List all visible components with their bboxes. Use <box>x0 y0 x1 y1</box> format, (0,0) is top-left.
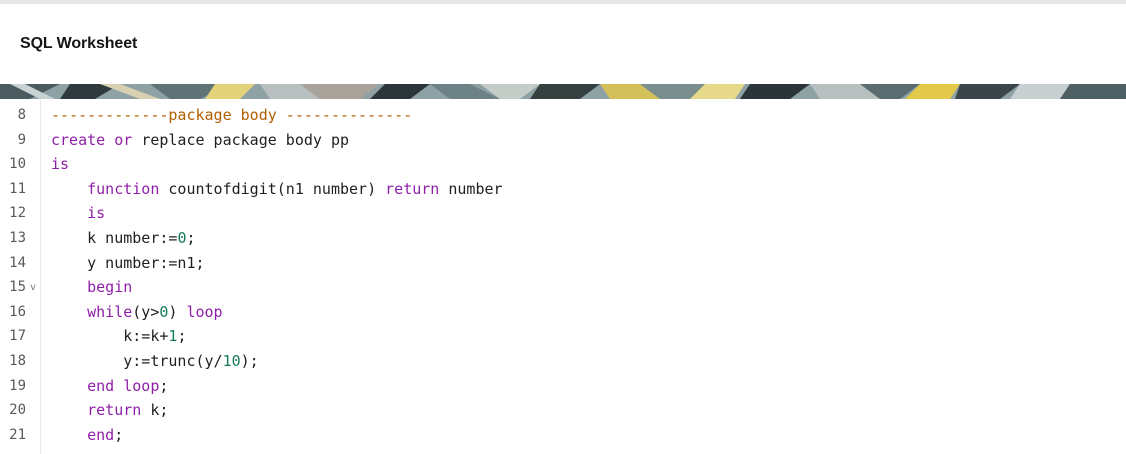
chevron-down-icon[interactable]: v <box>30 276 36 300</box>
line-number: 15 <box>9 279 26 296</box>
code-token: replace <box>141 130 205 149</box>
code-line[interactable]: 17 k:=k+1; <box>0 324 1126 348</box>
code-text: while(y>0) loop <box>51 300 223 324</box>
code-text: end loop; <box>51 374 168 398</box>
line-number: 19 <box>9 377 26 394</box>
code-text: is <box>51 152 69 176</box>
line-number: 13 <box>9 230 26 246</box>
code-text: create or replace package body pp <box>51 128 349 152</box>
worksheet-header: SQL Worksheet <box>0 4 1126 84</box>
code-text: function countofdigit(n1 number) return … <box>51 177 503 201</box>
code-text: k:=k+1; <box>51 324 186 348</box>
code-line[interactable]: 8 -------------package body -------------… <box>0 103 1126 127</box>
code-token: k; <box>141 401 169 420</box>
line-number: 10 <box>9 156 26 173</box>
code-text: k number:=0; <box>51 226 196 250</box>
code-text: is <box>51 201 105 225</box>
code-line[interactable]: 14 y number:=n1; <box>0 251 1126 275</box>
code-token: loop <box>186 302 223 321</box>
code-token: k number:= <box>51 229 178 247</box>
code-token: end <box>87 425 115 444</box>
code-editor[interactable]: 8 -------------package body -------------… <box>0 99 1126 454</box>
code-token: k:=k+ <box>51 327 169 346</box>
code-line[interactable]: 19 end loop; <box>0 374 1126 398</box>
code-token: while <box>87 302 133 321</box>
code-token: create <box>51 130 106 149</box>
code-line[interactable]: 18 y:=trunc(y/10); <box>0 349 1126 373</box>
code-token: ; <box>114 425 124 444</box>
code-token: function <box>87 179 160 198</box>
line-number: 18 <box>9 353 26 369</box>
code-token: -------------package body -------------- <box>51 106 413 124</box>
line-number: 17 <box>9 328 26 345</box>
line-number: 8 <box>17 107 26 123</box>
banner-pattern-image <box>0 84 1126 99</box>
code-text: -------------package body -------------- <box>51 103 412 127</box>
code-token: number <box>439 179 503 198</box>
code-text: begin <box>51 275 132 299</box>
decorative-banner <box>0 84 1126 99</box>
page-title: SQL Worksheet <box>20 35 138 52</box>
line-number: 11 <box>9 180 26 197</box>
code-line[interactable]: 16 while(y>0) loop <box>0 300 1126 324</box>
line-number: 21 <box>9 426 26 443</box>
code-line[interactable]: 15 v begin <box>0 275 1126 299</box>
code-line[interactable]: 10 is <box>0 152 1126 176</box>
code-token: ; <box>159 376 169 395</box>
code-token: package body pp <box>204 130 350 149</box>
code-text: y:=trunc(y/10); <box>51 349 259 373</box>
code-token: y number:=n1; <box>51 253 205 272</box>
line-number: 9 <box>17 131 26 148</box>
code-token: return <box>385 179 440 198</box>
line-number: 12 <box>9 205 26 222</box>
code-token: countofdigit(n1 number) <box>159 179 386 198</box>
code-token: ); <box>240 352 259 370</box>
line-number: 20 <box>9 402 26 419</box>
code-token: is <box>87 204 106 223</box>
code-token: ; <box>177 327 187 346</box>
code-text: return k; <box>51 398 168 422</box>
code-token: y:=trunc(y/ <box>51 352 223 370</box>
code-token: 10 <box>222 352 241 370</box>
code-token: end <box>87 376 115 395</box>
code-token: or <box>114 130 133 149</box>
code-token: ) <box>168 302 187 321</box>
code-line[interactable]: 11 function countofdigit(n1 number) retu… <box>0 177 1126 201</box>
code-text: end; <box>51 423 123 447</box>
code-line[interactable]: 9 create or replace package body pp <box>0 128 1126 152</box>
code-text: y number:=n1; <box>51 251 205 275</box>
line-number: 14 <box>9 254 26 271</box>
code-token: (y> <box>132 302 160 321</box>
code-token: return <box>87 401 142 420</box>
code-line[interactable]: 21 end; <box>0 423 1126 447</box>
code-line[interactable]: 20 return k; <box>0 398 1126 422</box>
code-line[interactable]: 12 is <box>0 201 1126 225</box>
line-number: 16 <box>9 303 26 320</box>
code-token: loop <box>123 376 160 395</box>
code-token: begin <box>87 278 133 297</box>
code-line[interactable]: 13 k number:=0; <box>0 226 1126 250</box>
code-token: is <box>51 155 70 174</box>
code-token: ; <box>186 229 196 247</box>
